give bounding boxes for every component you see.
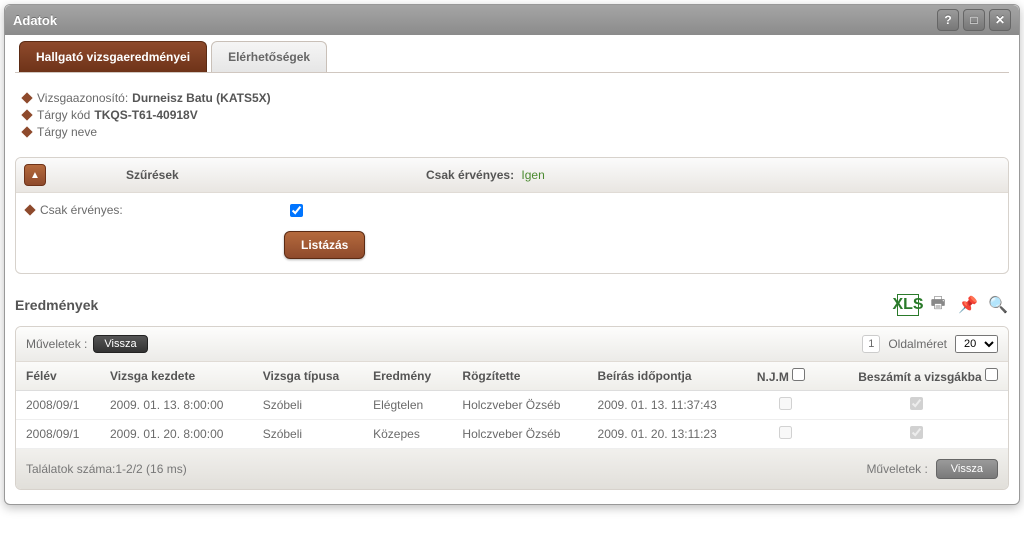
- info-list: Vizsgaazonosító: Durneisz Batu (KATS5X) …: [23, 91, 1009, 139]
- titlebar: Adatok ? □ ✕: [5, 5, 1019, 35]
- page-size-select[interactable]: 20: [955, 335, 998, 353]
- cell-start: 2009. 01. 20. 8:00:00: [100, 420, 253, 449]
- collapse-button[interactable]: ▲: [24, 164, 46, 186]
- cell-start: 2009. 01. 13. 8:00:00: [100, 391, 253, 420]
- cell-counts: [825, 420, 1008, 449]
- filter-panel: ▲ Szűrések Csak érvényes: Igen Csak érvé…: [15, 157, 1009, 274]
- maximize-button[interactable]: □: [963, 9, 985, 31]
- th-njm[interactable]: N.J.M: [747, 362, 825, 391]
- dialog-window: Adatok ? □ ✕ Hallgató vizsgaeredményei E…: [4, 4, 1020, 505]
- info-row-code: Tárgy kód TKQS-T61-40918V: [23, 108, 1009, 122]
- titlebar-buttons: ? □ ✕: [937, 9, 1011, 31]
- table-header-row: Félév Vizsga kezdete Vizsga típusa Eredm…: [16, 362, 1008, 391]
- tab-vizsgaeredmenyei[interactable]: Hallgató vizsgaeredményei: [19, 41, 207, 72]
- cell-entered: 2009. 01. 20. 13:11:23: [588, 420, 747, 449]
- cell-recorder: Holczveber Özséb: [452, 391, 587, 420]
- info-row-id: Vizsgaazonosító: Durneisz Batu (KATS5X): [23, 91, 1009, 105]
- cell-entered: 2009. 01. 13. 11:37:43: [588, 391, 747, 420]
- filter-body: Csak érvényes: Listázás: [16, 193, 1008, 273]
- cell-grade: Közepes: [363, 420, 452, 449]
- back-button-top[interactable]: Vissza: [93, 335, 147, 353]
- th-recorder[interactable]: Rögzítette: [452, 362, 587, 391]
- tabs: Hallgató vizsgaeredményei Elérhetőségek: [15, 41, 1009, 73]
- table-row[interactable]: 2008/09/1 2009. 01. 20. 8:00:00 Szóbeli …: [16, 420, 1008, 449]
- cell-type: Szóbeli: [253, 391, 363, 420]
- filter-header: ▲ Szűrések Csak érvényes: Igen: [16, 158, 1008, 193]
- page-number[interactable]: 1: [862, 335, 880, 353]
- info-code-value: TKQS-T61-40918V: [94, 108, 197, 122]
- filter-title: Szűrések: [126, 168, 426, 182]
- njm-checkbox: [779, 426, 792, 439]
- cell-term: 2008/09/1: [16, 420, 100, 449]
- counts-header-checkbox[interactable]: [985, 368, 998, 381]
- tab-elerhetosegek[interactable]: Elérhetőségek: [211, 41, 327, 72]
- njm-checkbox: [779, 397, 792, 410]
- th-term[interactable]: Félév: [16, 362, 100, 391]
- grid-paging: 1 Oldalméret 20: [862, 335, 998, 353]
- cell-grade: Elégtelen: [363, 391, 452, 420]
- th-entered[interactable]: Beírás időpontja: [588, 362, 747, 391]
- export-xls-icon[interactable]: XLS: [897, 294, 919, 316]
- search-icon[interactable]: 🔍: [987, 294, 1009, 316]
- njm-header-checkbox[interactable]: [792, 368, 805, 381]
- cell-term: 2008/09/1: [16, 391, 100, 420]
- th-grade[interactable]: Eredmény: [363, 362, 452, 391]
- content-area: Hallgató vizsgaeredményei Elérhetőségek …: [5, 35, 1019, 504]
- grid: Műveletek : Vissza 1 Oldalméret 20 Félév…: [15, 326, 1009, 490]
- cell-counts: [825, 391, 1008, 420]
- th-start[interactable]: Vizsga kezdete: [100, 362, 253, 391]
- cell-njm: [747, 391, 825, 420]
- close-button[interactable]: ✕: [989, 9, 1011, 31]
- results-heading: Eredmények: [15, 297, 98, 313]
- counts-checkbox: [910, 397, 923, 410]
- grid-ops-left: Műveletek : Vissza: [26, 335, 148, 353]
- print-icon[interactable]: 🖶: [927, 294, 949, 316]
- info-row-name: Tárgy neve: [23, 125, 1009, 139]
- bullet-icon: [21, 126, 32, 137]
- page-size-label: Oldalméret: [888, 337, 947, 351]
- cell-njm: [747, 420, 825, 449]
- list-button[interactable]: Listázás: [284, 231, 365, 259]
- pin-icon[interactable]: 📌: [957, 294, 979, 316]
- back-button-bottom[interactable]: Vissza: [936, 459, 998, 479]
- counts-checkbox: [910, 426, 923, 439]
- cell-recorder: Holczveber Özséb: [452, 420, 587, 449]
- window-title: Adatok: [13, 13, 57, 28]
- th-counts[interactable]: Beszámít a vizsgákba: [825, 362, 1008, 391]
- ops-label: Műveletek :: [26, 337, 87, 351]
- results-header: Eredmények XLS 🖶 📌 🔍: [15, 294, 1009, 316]
- bullet-icon: [24, 204, 35, 215]
- help-button[interactable]: ?: [937, 9, 959, 31]
- filter-row-valid: Csak érvényes:: [26, 203, 998, 217]
- footer-ops: Műveletek : Vissza: [866, 459, 998, 479]
- table-row[interactable]: 2008/09/1 2009. 01. 13. 8:00:00 Szóbeli …: [16, 391, 1008, 420]
- tool-icons: XLS 🖶 📌 🔍: [897, 294, 1009, 316]
- filter-row-label: Csak érvényes:: [40, 203, 290, 217]
- bullet-icon: [21, 109, 32, 120]
- info-id-value: Durneisz Batu (KATS5X): [132, 91, 270, 105]
- th-type[interactable]: Vizsga típusa: [253, 362, 363, 391]
- grid-toolbar: Műveletek : Vissza 1 Oldalméret 20: [16, 327, 1008, 362]
- filter-valid-value: Igen: [521, 168, 544, 182]
- cell-type: Szóbeli: [253, 420, 363, 449]
- grid-footer: Találatok száma:1-2/2 (16 ms) Műveletek …: [16, 449, 1008, 489]
- result-count: Találatok száma:1-2/2 (16 ms): [26, 462, 187, 476]
- filter-valid-label: Csak érvényes:: [426, 168, 514, 182]
- filter-valid-checkbox[interactable]: [290, 204, 303, 217]
- results-table: Félév Vizsga kezdete Vizsga típusa Eredm…: [16, 362, 1008, 449]
- info-id-label: Vizsgaazonosító:: [37, 91, 128, 105]
- info-name-label: Tárgy neve: [37, 125, 97, 139]
- info-code-label: Tárgy kód: [37, 108, 90, 122]
- footer-ops-label: Műveletek :: [866, 462, 927, 476]
- bullet-icon: [21, 92, 32, 103]
